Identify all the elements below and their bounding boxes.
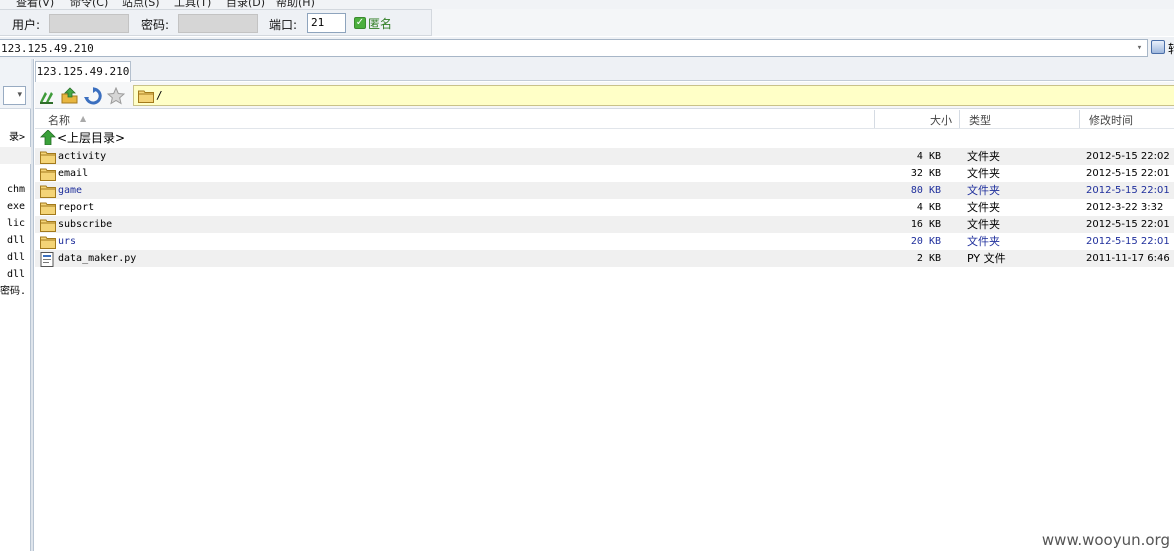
local-pane: ▾ 录> chm exe lic dll dll dll 密码. bbox=[0, 59, 31, 551]
file-row[interactable]: data_maker.py 2 KB PY 文件 2011-11-17 6:46 bbox=[35, 250, 1174, 267]
file-name: activity bbox=[58, 151, 107, 162]
remote-path-input[interactable]: / bbox=[133, 85, 1174, 106]
local-row[interactable] bbox=[0, 147, 31, 164]
parent-directory-label: <上层目录> bbox=[57, 131, 126, 145]
menu-item-command[interactable]: 命令(C) bbox=[70, 0, 108, 9]
file-list-header: 名称 ▲ 大小 类型 修改时间 bbox=[35, 110, 1174, 129]
file-modified: 2012-5-15 22:01 bbox=[1086, 168, 1170, 179]
pane-splitter[interactable] bbox=[31, 59, 34, 551]
path-edit-icon[interactable] bbox=[38, 87, 56, 105]
local-row[interactable]: exe bbox=[0, 198, 31, 215]
favorite-star-icon[interactable] bbox=[107, 87, 125, 105]
folder-row[interactable]: game 80 KB 文件夹 2012-5-15 22:01 bbox=[35, 182, 1174, 199]
file-size: 16 KB bbox=[910, 219, 941, 230]
upload-folder-icon[interactable] bbox=[61, 87, 79, 105]
folder-icon bbox=[138, 90, 154, 103]
remote-file-list: <上层目录> activity 4 KB 文件夹 2012-5-15 22:02 ema… bbox=[35, 129, 1174, 551]
refresh-icon[interactable] bbox=[84, 87, 102, 105]
sort-ascending-icon: ▲ bbox=[80, 114, 87, 123]
file-size: 4 KB bbox=[916, 202, 941, 213]
local-drive-select[interactable]: ▾ bbox=[3, 86, 26, 105]
file-name: email bbox=[58, 168, 89, 179]
menu-item-tools[interactable]: 工具(T) bbox=[174, 0, 211, 9]
file-modified: 2012-3-22 3:32 bbox=[1086, 202, 1164, 213]
column-divider[interactable] bbox=[1079, 110, 1080, 128]
column-header-modified[interactable]: 修改时间 bbox=[1089, 112, 1133, 128]
local-row[interactable]: 录> bbox=[0, 129, 31, 146]
file-type: 文件夹 bbox=[967, 235, 1000, 248]
parent-directory-row[interactable]: <上层目录> bbox=[35, 129, 1174, 146]
column-divider[interactable] bbox=[959, 110, 960, 128]
toolbar-empty-area bbox=[432, 9, 1174, 36]
local-row[interactable]: 密码. bbox=[0, 283, 31, 300]
remote-toolbar: / bbox=[35, 82, 1174, 109]
local-toolbar: ▾ bbox=[0, 59, 31, 109]
folder-row[interactable]: subscribe 16 KB 文件夹 2012-5-15 22:01 bbox=[35, 216, 1174, 233]
file-name: subscribe bbox=[58, 219, 113, 230]
folder-row[interactable]: urs 20 KB 文件夹 2012-5-15 22:01 bbox=[35, 233, 1174, 250]
file-size: 20 KB bbox=[910, 236, 941, 247]
user-label: 用户: bbox=[12, 18, 41, 32]
file-modified: 2012-5-15 22:01 bbox=[1086, 236, 1170, 247]
column-header-name[interactable]: 名称 bbox=[48, 112, 70, 128]
port-field[interactable]: 21 bbox=[307, 13, 346, 33]
connection-bar: 用户: 密码: 端口: 21 ✓ 匿名 bbox=[0, 9, 432, 36]
file-size: 32 KB bbox=[910, 168, 941, 179]
address-bar: 123.125.49.210 ▾ 转 bbox=[0, 37, 1174, 59]
checkbox-check-icon: ✓ bbox=[354, 17, 366, 29]
file-name: game bbox=[58, 185, 83, 196]
menu-item-directory[interactable]: 目录(D) bbox=[226, 0, 265, 9]
watermark: www.wooyun.org bbox=[1041, 531, 1170, 549]
file-type: 文件夹 bbox=[967, 184, 1000, 197]
local-row[interactable]: dll bbox=[0, 249, 31, 266]
password-label: 密码: bbox=[141, 18, 170, 32]
column-header-type[interactable]: 类型 bbox=[969, 112, 991, 128]
file-name: report bbox=[58, 202, 95, 213]
port-label: 端口: bbox=[269, 18, 298, 32]
file-modified: 2012-5-15 22:02 bbox=[1086, 151, 1170, 162]
file-modified: 2012-5-15 22:01 bbox=[1086, 219, 1170, 230]
go-button-label[interactable]: 转 bbox=[1168, 40, 1174, 57]
folder-row[interactable]: activity 4 KB 文件夹 2012-5-15 22:02 bbox=[35, 148, 1174, 165]
file-name: data_maker.py bbox=[58, 253, 137, 264]
file-size: 4 KB bbox=[916, 151, 941, 162]
menu-item-help[interactable]: 帮助(H) bbox=[276, 0, 315, 9]
local-row[interactable]: dll bbox=[0, 266, 31, 283]
column-divider[interactable] bbox=[874, 110, 875, 128]
file-name: urs bbox=[58, 236, 77, 247]
local-row[interactable]: chm bbox=[0, 181, 31, 198]
local-row[interactable] bbox=[0, 164, 31, 181]
address-value: 123.125.49.210 bbox=[1, 42, 94, 55]
local-row[interactable]: dll bbox=[0, 232, 31, 249]
folder-row[interactable]: report 4 KB 文件夹 2012-3-22 3:32 bbox=[35, 199, 1174, 216]
file-modified: 2012-5-15 22:01 bbox=[1086, 185, 1170, 196]
remote-tab-strip: 123.125.49.210 bbox=[35, 59, 1174, 82]
file-size: 2 KB bbox=[916, 253, 941, 264]
file-size: 80 KB bbox=[910, 185, 941, 196]
file-type: 文件夹 bbox=[967, 167, 1000, 180]
up-arrow-icon bbox=[40, 130, 56, 145]
file-type: 文件夹 bbox=[967, 150, 1000, 163]
anonymous-label: 匿名 bbox=[368, 16, 393, 31]
user-field[interactable] bbox=[49, 14, 129, 33]
py-file-icon bbox=[40, 252, 54, 270]
file-modified: 2011-11-17 6:46 bbox=[1086, 253, 1170, 264]
menu-item-site[interactable]: 站点(S) bbox=[122, 0, 160, 9]
go-button-icon[interactable] bbox=[1151, 40, 1165, 54]
column-header-size[interactable]: 大小 bbox=[930, 112, 952, 128]
folder-row[interactable]: email 32 KB 文件夹 2012-5-15 22:01 bbox=[35, 165, 1174, 182]
remote-path-value: / bbox=[156, 89, 163, 102]
address-dropdown-icon[interactable]: ▾ bbox=[1133, 41, 1146, 55]
anonymous-checkbox[interactable]: ✓ 匿名 bbox=[354, 15, 392, 31]
file-type: PY 文件 bbox=[967, 252, 1006, 265]
file-type: 文件夹 bbox=[967, 218, 1000, 231]
file-type: 文件夹 bbox=[967, 201, 1000, 214]
local-row[interactable]: lic bbox=[0, 215, 31, 232]
tab-remote-site[interactable]: 123.125.49.210 bbox=[35, 61, 131, 82]
address-input[interactable]: 123.125.49.210 ▾ bbox=[0, 39, 1148, 57]
menu-bar: ) 查看(V) 命令(C) 站点(S) 工具(T) 目录(D) 帮助(H) bbox=[0, 0, 1174, 9]
password-field[interactable] bbox=[178, 14, 258, 33]
menu-item-view[interactable]: 查看(V) bbox=[16, 0, 54, 9]
